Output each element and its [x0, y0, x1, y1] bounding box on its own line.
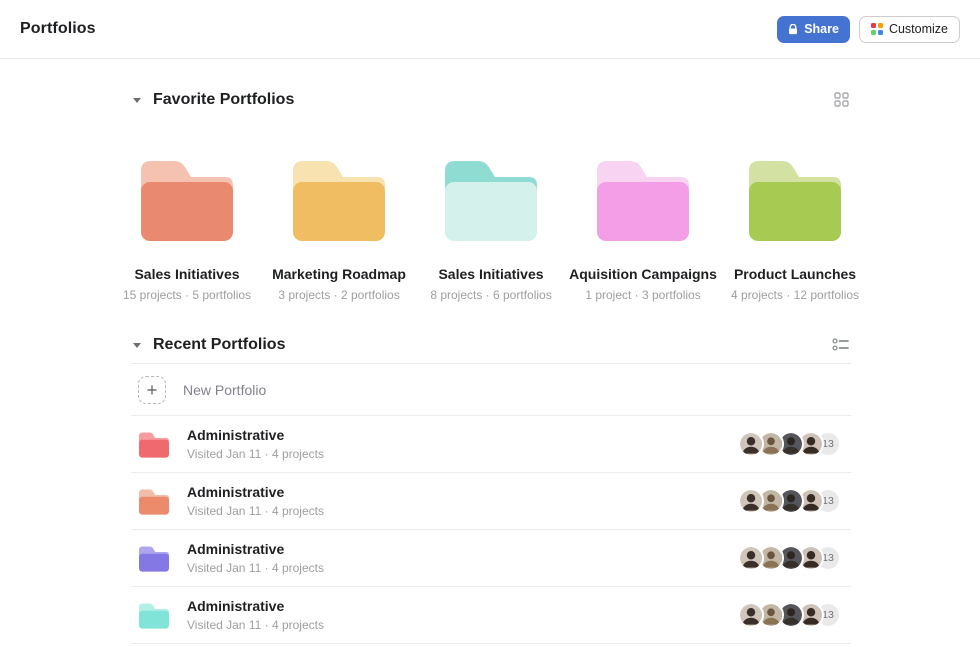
avatar	[738, 602, 764, 628]
portfolio-card[interactable]: Sales Initiatives 15 projects · 5 portfo…	[131, 156, 243, 302]
portfolio-card-meta: 1 project · 3 portfolios	[585, 288, 700, 302]
new-portfolio-label: New Portfolio	[183, 382, 266, 398]
topbar-actions: Share Customize	[777, 16, 960, 43]
favorites-section-title: Favorite Portfolios	[153, 91, 294, 109]
member-avatars[interactable]: 13	[738, 431, 851, 457]
portfolio-row-meta: Visited Jan 11 · 4 projects	[187, 504, 324, 518]
avatar	[738, 545, 764, 571]
portfolio-card-meta: 8 projects · 6 portfolios	[430, 288, 551, 302]
portfolio-row[interactable]: Administrative Visited Jan 11 · 4 projec…	[131, 587, 851, 644]
portfolio-row-name: Administrative	[187, 598, 324, 614]
lock-icon	[788, 24, 798, 35]
customize-grid-icon	[871, 23, 883, 35]
grid-view-icon[interactable]	[832, 90, 851, 109]
member-avatars[interactable]: 13	[738, 488, 851, 514]
recent-section-title: Recent Portfolios	[153, 336, 285, 354]
portfolio-row-name: Administrative	[187, 484, 324, 500]
share-button-label: Share	[804, 22, 839, 36]
top-bar: Portfolios Share Customize	[0, 0, 980, 59]
portfolio-card-name: Sales Initiatives	[134, 266, 239, 282]
avatar	[738, 431, 764, 457]
portfolio-row-name: Administrative	[187, 541, 324, 557]
favorites-section-header: Favorite Portfolios	[131, 87, 851, 112]
portfolio-row-meta: Visited Jan 11 · 4 projects	[187, 447, 324, 461]
portfolio-card[interactable]: Aquisition Campaigns 1 project · 3 portf…	[587, 156, 699, 302]
customize-button[interactable]: Customize	[859, 16, 960, 43]
portfolio-row-meta: Visited Jan 11 · 4 projects	[187, 618, 324, 632]
portfolio-card-name: Marketing Roadmap	[272, 266, 406, 282]
portfolio-row[interactable]: Administrative Visited Jan 11 · 4 projec…	[131, 530, 851, 587]
avatar	[738, 488, 764, 514]
portfolio-card-meta: 3 projects · 2 portfolios	[278, 288, 399, 302]
folder-icon	[442, 156, 540, 249]
portfolio-row[interactable]: Administrative Visited Jan 11 · 4 projec…	[131, 416, 851, 473]
portfolio-card[interactable]: Product Launches 4 projects · 12 portfol…	[739, 156, 851, 302]
portfolio-card-name: Product Launches	[734, 266, 856, 282]
folder-icon	[138, 602, 170, 629]
portfolio-card-meta: 4 projects · 12 portfolios	[731, 288, 859, 302]
main-content: Favorite Portfolios Sales Initiatives 15…	[0, 87, 980, 644]
list-view-icon[interactable]	[830, 335, 851, 354]
folder-icon	[138, 431, 170, 458]
folder-icon	[138, 488, 170, 515]
favorite-portfolio-cards: Sales Initiatives 15 projects · 5 portfo…	[131, 156, 851, 302]
folder-icon	[138, 156, 236, 249]
collapse-caret-icon[interactable]	[131, 339, 143, 351]
portfolio-row[interactable]: Administrative Visited Jan 11 · 4 projec…	[131, 473, 851, 530]
plus-icon	[138, 376, 166, 404]
collapse-caret-icon[interactable]	[131, 94, 143, 106]
share-button[interactable]: Share	[777, 16, 850, 43]
portfolio-row-meta: Visited Jan 11 · 4 projects	[187, 561, 324, 575]
member-avatars[interactable]: 13	[738, 545, 851, 571]
portfolio-card-name: Aquisition Campaigns	[569, 266, 717, 282]
folder-icon	[594, 156, 692, 249]
recent-section-header: Recent Portfolios	[131, 332, 851, 357]
member-avatars[interactable]: 13	[738, 602, 851, 628]
portfolio-card-name: Sales Initiatives	[438, 266, 543, 282]
folder-icon	[290, 156, 388, 249]
new-portfolio-button[interactable]: New Portfolio	[131, 364, 851, 416]
portfolio-card[interactable]: Marketing Roadmap 3 projects · 2 portfol…	[283, 156, 395, 302]
customize-button-label: Customize	[889, 22, 948, 36]
page-title: Portfolios	[20, 20, 96, 38]
portfolio-card-meta: 15 projects · 5 portfolios	[123, 288, 251, 302]
portfolio-card[interactable]: Sales Initiatives 8 projects · 6 portfol…	[435, 156, 547, 302]
folder-icon	[746, 156, 844, 249]
folder-icon	[138, 545, 170, 572]
portfolio-row-name: Administrative	[187, 427, 324, 443]
